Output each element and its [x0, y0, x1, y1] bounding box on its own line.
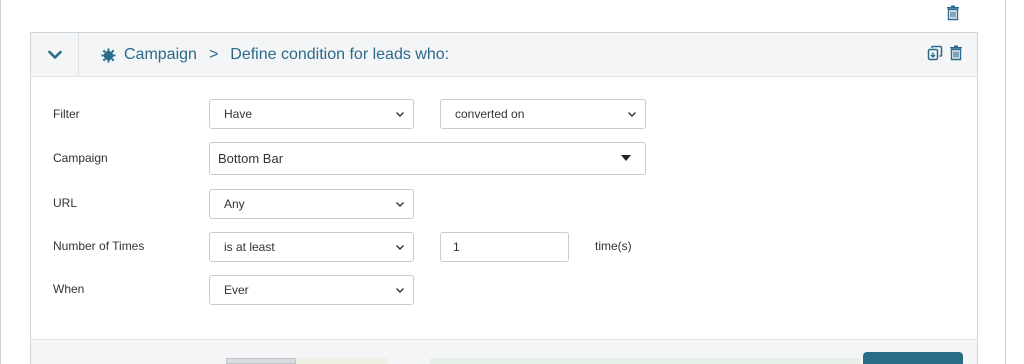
condition-card: Campaign > Define condition for leads wh…: [30, 32, 978, 364]
delete-group-button[interactable]: [944, 4, 962, 22]
copy-button[interactable]: [927, 45, 943, 66]
url-select[interactable]: Any: [209, 189, 414, 219]
when-select[interactable]: Ever: [209, 275, 414, 305]
breadcrumb-current: Define condition for leads who:: [230, 46, 450, 63]
number-of-times-label: Number of Times: [53, 239, 145, 253]
trash-icon: [950, 45, 962, 61]
filter-action-value: converted on: [455, 107, 525, 121]
header-actions: [927, 45, 963, 66]
breadcrumb: Campaign > Define condition for leads wh…: [101, 33, 449, 77]
filter-label: Filter: [53, 107, 80, 121]
number-of-times-value: 1: [453, 240, 460, 254]
campaign-select[interactable]: Bottom Bar: [209, 142, 646, 175]
number-of-times-operator-select[interactable]: is at least: [209, 232, 414, 262]
filter-action-select[interactable]: converted on: [440, 99, 646, 129]
footer-strip: [296, 358, 388, 364]
times-unit-label: time(s): [595, 239, 632, 253]
footer-strip: [430, 358, 860, 364]
chevron-down-icon: [396, 112, 404, 117]
when-value: Ever: [224, 283, 249, 297]
condition-header: Campaign > Define condition for leads wh…: [31, 33, 977, 77]
chevron-down-icon: [396, 245, 404, 250]
breadcrumb-root[interactable]: Campaign: [124, 46, 197, 64]
campaign-label: Campaign: [53, 151, 108, 165]
copy-icon: [927, 45, 943, 61]
caret-down-icon: [621, 155, 631, 161]
gear-badge-icon: [101, 47, 116, 63]
url-value: Any: [224, 197, 245, 211]
url-label: URL: [53, 196, 78, 210]
chevron-down-icon: [47, 50, 62, 59]
primary-action-button[interactable]: [863, 352, 963, 364]
when-label: When: [53, 282, 85, 296]
filter-operator-value: Have: [224, 107, 253, 121]
collapse-button[interactable]: [31, 33, 79, 77]
number-of-times-input[interactable]: 1: [440, 232, 569, 262]
number-of-times-operator-value: is at least: [224, 240, 275, 254]
right-gutter: [1006, 0, 1024, 364]
campaign-value: Bottom Bar: [218, 151, 284, 166]
footer-tab[interactable]: [226, 358, 296, 364]
breadcrumb-separator: >: [208, 46, 219, 63]
chevron-down-icon: [396, 202, 404, 207]
trash-icon: [947, 5, 959, 21]
filter-operator-select[interactable]: Have: [209, 99, 414, 129]
delete-condition-button[interactable]: [949, 45, 963, 66]
chevron-down-icon: [628, 112, 636, 117]
chevron-down-icon: [396, 288, 404, 293]
